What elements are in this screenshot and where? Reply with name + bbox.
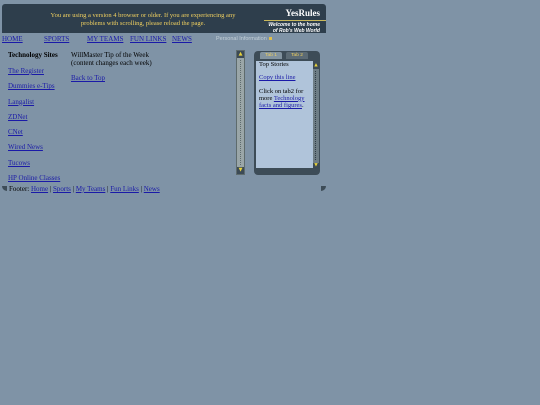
footer-corner-left (2, 186, 7, 191)
footer-fun-links[interactable]: Fun Links (110, 185, 139, 193)
nav-sports[interactable]: SPORTS (44, 35, 69, 43)
header-divider (264, 20, 326, 21)
footer-home[interactable]: Home (31, 185, 48, 193)
footer-corner-right (321, 186, 326, 191)
top-stories-heading: Top Stories (259, 61, 289, 68)
sidebar-link-zdnet[interactable]: ZDNet (8, 113, 68, 121)
sidebar-title: Technology Sites (8, 51, 58, 59)
sidebar-link-wired[interactable]: Wired News (8, 143, 68, 151)
arrow-down-icon[interactable]: ▼ (313, 163, 319, 169)
tab-content: Top Stories Copy this line Click on tab2… (256, 61, 313, 168)
tip-subtitle: (content changes each week) (71, 59, 152, 67)
technology-sidebar: Technology Sites The Register Dummies e-… (8, 51, 68, 189)
nav-my-teams[interactable]: MY TEAMS (87, 35, 123, 43)
arrow-up-icon[interactable]: ▲ (237, 51, 244, 58)
tab2-hint-end: . (301, 102, 304, 110)
tip-title: WillMaster Tip of the Week (71, 51, 149, 59)
personal-info-label: Personal Information (216, 36, 267, 42)
sidebar-link-hp[interactable]: HP Online Classes (8, 174, 68, 182)
main-content: WillMaster Tip of the Week (content chan… (71, 51, 221, 82)
site-header: You are using a version 4 browser or old… (2, 4, 326, 34)
footer-news[interactable]: News (144, 185, 160, 193)
footer-links: Footer: Home | Sports | My Teams | Fun L… (9, 185, 160, 193)
arrow-down-icon[interactable]: ▼ (237, 167, 244, 174)
site-footer: Footer: Home | Sports | My Teams | Fun L… (2, 185, 326, 194)
sidebar-link-cnet[interactable]: CNet (8, 128, 68, 136)
browser-notice: You are using a version 4 browser or old… (50, 12, 236, 27)
scroll-track[interactable] (315, 71, 316, 161)
personal-info-link[interactable]: Personal Information (216, 36, 272, 42)
tab-2[interactable]: Tab 2 (286, 52, 308, 59)
sidebar-link-dummies[interactable]: Dummies e-Tips (8, 82, 68, 90)
scroll-track[interactable] (240, 60, 241, 165)
nav-fun-links[interactable]: FUN LINKS (130, 35, 166, 43)
content-scrollbar[interactable]: ▲ ▼ (236, 50, 245, 175)
sidebar-link-register[interactable]: The Register (8, 67, 68, 75)
sidebar-link-tucows[interactable]: Tucows (8, 159, 68, 167)
copy-line-link[interactable]: Copy this line (259, 74, 295, 81)
bullet-icon (268, 37, 272, 41)
nav-news[interactable]: NEWS (172, 35, 192, 43)
nav-home[interactable]: HOME (2, 35, 23, 43)
footer-my-teams[interactable]: My Teams (76, 185, 106, 193)
back-to-top-link[interactable]: Back to Top (71, 74, 221, 82)
footer-sports[interactable]: Sports (53, 185, 71, 193)
site-brand: YesRules (285, 8, 320, 18)
tab-panel: Tab 1 Tab 2 Top Stories Copy this line C… (254, 51, 320, 175)
site-tagline: Welcome to the home of Rob's Web World (268, 22, 320, 34)
top-nav: HOME SPORTS MY TEAMS FUN LINKS NEWS Pers… (2, 34, 326, 44)
footer-label: Footer: (9, 185, 30, 193)
sidebar-link-langalist[interactable]: Langalist (8, 98, 68, 106)
arrow-up-icon[interactable]: ▲ (313, 63, 319, 69)
tab2-hint: Click on tab2 for more Technology facts … (259, 88, 310, 110)
tab-scrollbar[interactable]: ▲ ▼ (313, 63, 319, 169)
tab-1[interactable]: Tab 1 (260, 52, 282, 59)
